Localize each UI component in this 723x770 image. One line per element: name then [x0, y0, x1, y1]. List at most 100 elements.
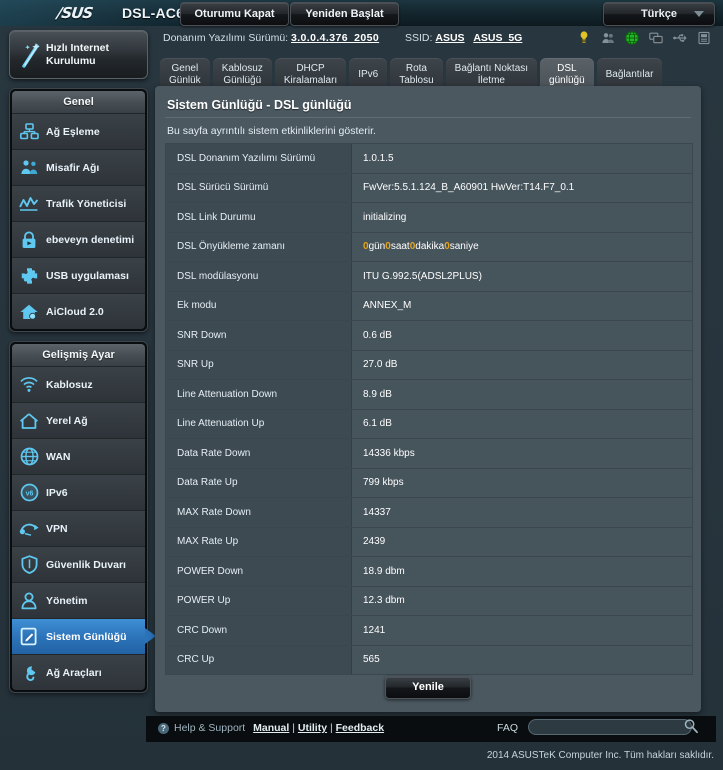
sidebar-group-general: Genel Ağ Eşleme Misafir Ağı Trafik Yönet… [9, 88, 148, 332]
sidebar-item-label: VPN [46, 522, 68, 535]
table-row: DSL modülasyonu ITU G.992.5(ADSL2PLUS) [166, 262, 692, 292]
firmware-version-info: Donanım Yazılımı Sürümü: 3.0.0.4.376_205… [163, 32, 379, 44]
table-row-value: 799 kbps [352, 468, 692, 497]
sidebar-item-firewall[interactable]: Güvenlik Duvarı [12, 546, 145, 582]
sidebar-item-ipv6[interactable]: v6 IPv6 [12, 474, 145, 510]
firmware-label: Donanım Yazılımı Sürümü: [163, 32, 289, 44]
table-row-label: MAX Rate Up [166, 527, 352, 556]
quick-setup-label-line2: Kurulumu [46, 54, 96, 67]
tab-label: DHCP Kiralamaları [283, 63, 338, 86]
help-question-icon[interactable]: ? [158, 722, 169, 734]
table-row-label: MAX Rate Down [166, 498, 352, 527]
sidebar-item-network-map[interactable]: Ağ Eşleme [12, 113, 145, 149]
tab-label: Bağlantılar [605, 69, 654, 80]
sidebar-item-network-tools[interactable]: Ağ Araçları [12, 654, 145, 690]
table-row-value: 8.9 dB [352, 380, 692, 409]
sidebar-item-parental-control[interactable]: ebeveyn denetimi [12, 221, 145, 257]
table-row: DSL Sürücü Sürümü FwVer:5.5.1.124_B_A6090… [166, 173, 692, 203]
sidebar-item-guest-network[interactable]: Misafir Ağı [12, 149, 145, 185]
manual-link[interactable]: Manual [253, 722, 289, 734]
quick-internet-setup-button[interactable]: Hızlı Internet Kurulumu [9, 30, 148, 79]
tab-label: Rota Tablosu [399, 63, 434, 86]
table-row-value: FwVer:5.5.1.124_B_A60901 HwVer:T14.F7_0.… [352, 173, 692, 202]
ssid-label: SSID: [405, 32, 433, 44]
table-row: SNR Down 0.6 dB [166, 321, 692, 351]
footer-links: Manual | Utility | Feedback [250, 722, 384, 734]
firewall-shield-icon [12, 555, 46, 574]
table-row-label: CRC Down [166, 616, 352, 645]
parental-control-lock-icon [12, 231, 46, 249]
sidebar-item-label: IPv6 [46, 486, 68, 499]
page-description: Bu sayfa ayrıntılı sistem etkinliklerini… [167, 125, 376, 137]
refresh-button-area: Yenile [165, 670, 691, 704]
sidebar-item-label: Trafik Yöneticisi [46, 197, 127, 210]
router-admin-page: /SUS DSL-AC68U Oturumu Kapat Yeniden Baş… [0, 0, 723, 770]
usb-application-puzzle-icon [12, 267, 46, 285]
sidebar: Hızlı Internet Kurulumu Genel Ağ Eşleme … [9, 30, 156, 693]
table-row-label: Ek modu [166, 291, 352, 320]
magic-wand-icon [16, 41, 46, 69]
table-row-value: 27.0 dB [352, 350, 692, 379]
faq-search-input[interactable] [528, 719, 692, 735]
sidebar-item-label: Güvenlik Duvarı [46, 558, 126, 571]
table-row: CRC Down 1241 [166, 616, 692, 646]
sidebar-group-title-general: Genel [12, 91, 145, 113]
monitors-icon[interactable] [649, 31, 663, 45]
clients-icon[interactable] [601, 31, 615, 45]
refresh-button[interactable]: Yenile [385, 675, 471, 699]
sidebar-item-usb-application[interactable]: USB uygulaması [12, 257, 145, 293]
sidebar-item-aicloud[interactable]: AiCloud 2.0 [12, 293, 145, 329]
sidebar-item-label: AiCloud 2.0 [46, 305, 104, 318]
table-row-value: 6.1 dB [352, 409, 692, 438]
system-log-pencil-icon [12, 627, 46, 646]
ssid-24g-value[interactable]: ASUS [435, 32, 464, 44]
network-map-icon [12, 123, 46, 140]
sidebar-item-vpn[interactable]: VPN [12, 510, 145, 546]
sidebar-group-advanced: Gelişmiş Ayar Kablosuz Yerel Ağ WAN v6 I… [9, 341, 156, 693]
sidebar-item-administration[interactable]: Yönetim [12, 582, 145, 618]
key-icon[interactable] [577, 31, 591, 45]
table-row-value: 0 gün 0 saat 0 dakika 0 saniye [352, 232, 692, 261]
table-row: DSL Link Durumu initializing [166, 203, 692, 233]
table-row-label: Data Rate Down [166, 439, 352, 468]
sidebar-item-wireless[interactable]: Kablosuz [12, 366, 145, 402]
table-row: Ek modu ANNEX_M [166, 291, 692, 321]
table-row-label: SNR Down [166, 321, 352, 350]
firmware-version-value[interactable]: 3.0.0.4.376_2050 [291, 32, 379, 44]
table-row: MAX Rate Up 2439 [166, 527, 692, 557]
sidebar-item-traffic-manager[interactable]: Trafik Yöneticisi [12, 185, 145, 221]
table-row-label: DSL Sürücü Sürümü [166, 173, 352, 202]
sidebar-item-lan[interactable]: Yerel Ağ [12, 402, 145, 438]
reboot-button[interactable]: Yeniden Başlat [290, 2, 399, 26]
sidebar-item-system-log[interactable]: Sistem Günlüğü [12, 618, 156, 654]
search-icon[interactable] [683, 718, 699, 734]
copyright-text: 2014 ASUSTeK Computer Inc. Tüm hakları s… [486, 750, 714, 761]
printer-icon[interactable] [697, 31, 711, 45]
table-row-value: 0.6 dB [352, 321, 692, 350]
sidebar-item-label: Yerel Ağ [46, 414, 88, 427]
table-row-value: 14336 kbps [352, 439, 692, 468]
logout-button[interactable]: Oturumu Kapat [180, 2, 289, 26]
sidebar-item-label: Kablosuz [46, 378, 93, 391]
table-row-label: SNR Up [166, 350, 352, 379]
table-row: POWER Down 18.9 dbm [166, 557, 692, 587]
internet-globe-icon[interactable] [625, 31, 639, 45]
link-separator-2: | [329, 722, 333, 734]
sidebar-item-label: WAN [46, 450, 71, 463]
traffic-manager-icon [12, 195, 46, 212]
language-selector[interactable]: Türkçe [603, 2, 715, 26]
ssid-info: SSID: ASUS ASUS_5G [405, 32, 522, 44]
usb-icon[interactable] [673, 31, 687, 45]
table-row-value: 12.3 dbm [352, 586, 692, 615]
table-row-value: 14337 [352, 498, 692, 527]
table-row-label: POWER Down [166, 557, 352, 586]
ssid-5g-value[interactable]: ASUS_5G [473, 32, 522, 44]
help-support-row: ? Help & Support Manual | Utility | Feed… [158, 722, 384, 734]
sidebar-item-wan[interactable]: WAN [12, 438, 145, 474]
table-row-label: Line Attenuation Down [166, 380, 352, 409]
table-row-label: DSL Link Durumu [166, 203, 352, 232]
title-divider [165, 117, 691, 118]
feedback-link[interactable]: Feedback [336, 722, 384, 734]
utility-link[interactable]: Utility [298, 722, 327, 734]
sidebar-group-title-advanced: Gelişmiş Ayar [12, 344, 145, 366]
